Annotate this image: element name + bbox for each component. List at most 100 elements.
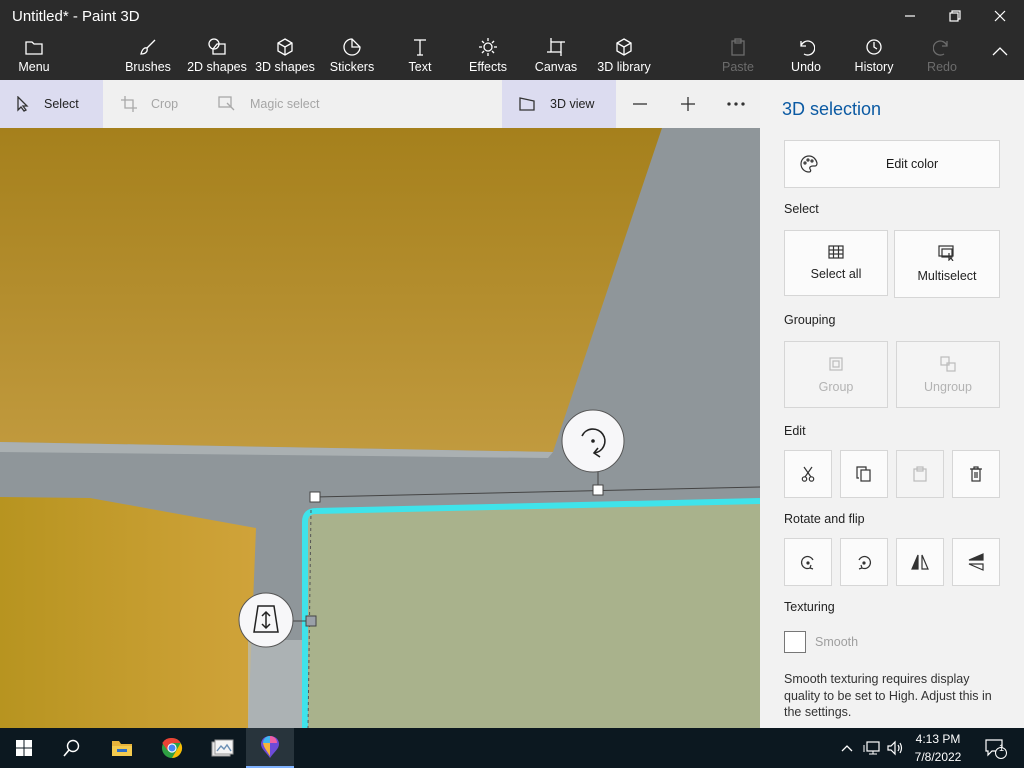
network-icon	[863, 741, 880, 755]
minimize-button[interactable]	[887, 0, 933, 32]
plus-icon	[681, 97, 695, 111]
text-icon	[414, 39, 426, 56]
select-all-button[interactable]: Select all	[784, 230, 888, 296]
file-explorer-button[interactable]	[98, 728, 146, 768]
3d-view-toggle[interactable]: 3D view	[502, 80, 616, 128]
windows-logo-icon	[16, 740, 32, 756]
brush-icon	[140, 39, 156, 55]
multiselect-button[interactable]: Multiselect	[894, 230, 1000, 298]
zoom-out-button[interactable]	[620, 80, 660, 128]
palette-icon	[800, 155, 818, 173]
toolbar: Select Crop Magic select 3D view	[0, 80, 760, 128]
brushes-label: Brushes	[125, 60, 171, 74]
3d-shapes-button[interactable]: 3D shapes	[254, 36, 316, 78]
clipboard-icon	[731, 38, 745, 56]
3d-shapes-label: 3D shapes	[255, 60, 315, 74]
redo-button[interactable]: Redo	[920, 36, 964, 78]
smooth-help-text: Smooth texturing requires display qualit…	[784, 672, 992, 719]
cut-button[interactable]	[784, 450, 832, 498]
start-button[interactable]	[0, 728, 48, 768]
history-button[interactable]: History	[850, 36, 898, 78]
clock-date[interactable]: 7/8/2022	[908, 750, 968, 764]
restore-button[interactable]	[932, 0, 978, 32]
3d-view-label: 3D view	[550, 97, 595, 111]
more-icon	[727, 102, 745, 106]
3d-library-label: 3D library	[597, 60, 651, 74]
minus-icon	[633, 103, 647, 105]
group-label: Group	[818, 379, 854, 394]
drawing-canvas[interactable]	[0, 128, 760, 728]
taskbar: 4:13 PM 7/8/2022 1	[0, 728, 1024, 768]
3d-selection-panel: 3D selection Edit color Select Select al…	[760, 80, 1024, 728]
menu-button[interactable]: Menu	[10, 36, 58, 78]
show-hidden-icons-button[interactable]	[836, 728, 858, 768]
network-button[interactable]	[860, 728, 884, 768]
menu-label: Menu	[18, 60, 50, 74]
group-icon	[829, 356, 843, 371]
selected-green-3d-shape[interactable]	[305, 501, 760, 728]
select-all-icon	[828, 245, 844, 259]
sticker-icon	[343, 38, 361, 56]
canvas-button[interactable]: Canvas	[532, 36, 580, 78]
rotate-right-button[interactable]	[840, 538, 888, 586]
ungroup-button[interactable]: Ungroup	[896, 341, 1000, 408]
close-button[interactable]	[977, 0, 1023, 32]
paste-button[interactable]: Paste	[716, 36, 760, 78]
more-options-button[interactable]	[716, 80, 756, 128]
search-icon	[63, 739, 80, 757]
ungroup-icon	[940, 355, 956, 372]
edit-color-button[interactable]: Edit color	[784, 140, 1000, 188]
effects-button[interactable]: Effects	[464, 36, 512, 78]
zoom-in-button[interactable]	[668, 80, 708, 128]
edge-handle[interactable]	[592, 484, 604, 496]
search-button[interactable]	[48, 728, 96, 768]
2d-shapes-label: 2D shapes	[187, 60, 247, 74]
magic-select-tool[interactable]: Magic select	[198, 80, 338, 128]
close-icon	[994, 10, 1006, 22]
magic-select-icon	[218, 96, 235, 111]
depth-gizmo[interactable]	[238, 592, 294, 648]
crop-tool[interactable]: Crop	[103, 80, 198, 128]
rotate-gizmo[interactable]	[561, 409, 625, 473]
3d-library-button[interactable]: 3D library	[596, 36, 652, 78]
copy-button[interactable]	[840, 450, 888, 498]
paint-3d-taskbar-button[interactable]	[246, 728, 294, 768]
flip-horizontal-button[interactable]	[896, 538, 944, 586]
window-title: Untitled* - Paint 3D	[12, 8, 140, 25]
clock-time[interactable]: 4:13 PM	[908, 732, 968, 746]
scissors-icon	[801, 466, 815, 482]
restore-icon	[949, 10, 961, 22]
multiselect-icon	[938, 245, 954, 261]
select-tool[interactable]: Select	[0, 80, 103, 128]
orange-3d-shape[interactable]	[0, 497, 256, 728]
stickers-button[interactable]: Stickers	[328, 36, 376, 78]
side-handle[interactable]	[305, 615, 317, 627]
panel-title: 3D selection	[782, 99, 882, 119]
folder-icon	[25, 41, 43, 55]
chrome-button[interactable]	[148, 728, 196, 768]
group-button[interactable]: Group	[784, 341, 888, 408]
undo-icon	[800, 40, 815, 56]
effects-label: Effects	[469, 60, 507, 74]
corner-handle[interactable]	[309, 491, 321, 503]
photos-app-button[interactable]	[198, 728, 246, 768]
2d-shapes-button[interactable]: 2D shapes	[186, 36, 248, 78]
flip-vertical-button[interactable]	[952, 538, 1000, 586]
select-section-label: Select	[784, 202, 819, 216]
action-center-button[interactable]: 1	[978, 728, 1014, 768]
text-button[interactable]: Text	[398, 36, 442, 78]
rotate-left-button[interactable]	[784, 538, 832, 586]
paste-panel-button[interactable]	[896, 450, 944, 498]
smooth-checkbox[interactable]	[784, 631, 806, 653]
volume-button[interactable]	[884, 728, 908, 768]
gold-3d-shape[interactable]	[0, 128, 662, 452]
ungroup-label: Ungroup	[924, 379, 972, 394]
chevron-up-icon	[841, 745, 853, 752]
delete-button[interactable]	[952, 450, 1000, 498]
rotate-right-icon	[858, 555, 872, 570]
paint-3d-icon	[261, 736, 279, 758]
canvas-scene	[0, 128, 760, 728]
undo-button[interactable]: Undo	[784, 36, 828, 78]
flip-vertical-icon	[968, 553, 984, 571]
brushes-button[interactable]: Brushes	[124, 36, 172, 78]
